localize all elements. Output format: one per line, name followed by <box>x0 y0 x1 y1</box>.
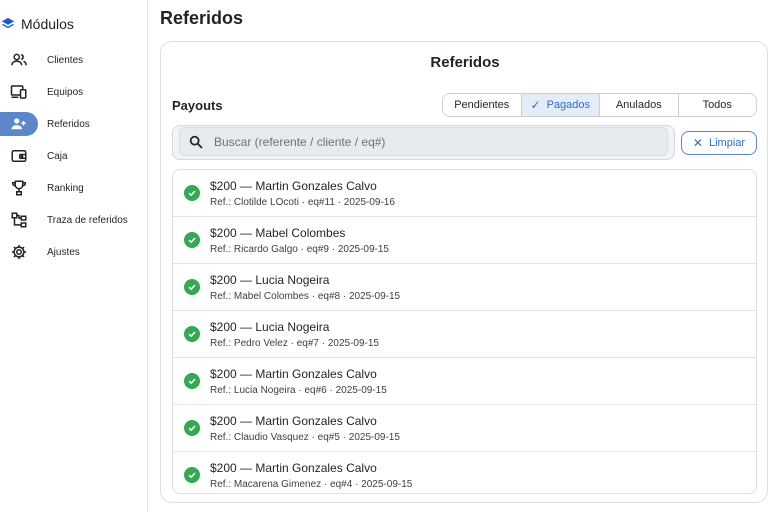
search-icon <box>189 135 203 149</box>
payout-title: $200 — Lucia Nogeira <box>210 320 330 334</box>
payout-detail: Ref.: Pedro Velez · eq#7 · 2025-09-15 <box>210 338 379 349</box>
sidebar-item-label: Referidos <box>47 118 90 130</box>
user-add-icon <box>11 118 26 130</box>
list-item[interactable]: $200 — Martin Gonzales Calvo Ref.: Cloti… <box>173 170 756 217</box>
filter-label: Pendientes <box>454 99 510 111</box>
status-filter: Pendientes ✓ Pagados Anulados Todos <box>442 93 757 117</box>
sidebar-item-label: Caja <box>47 150 68 162</box>
sidebar-item-caja[interactable]: Caja <box>0 144 148 168</box>
filter-label: Todos <box>702 99 732 111</box>
payout-detail: Ref.: Mabel Colombes · eq#8 · 2025-09-15 <box>210 291 401 302</box>
filter-label: Anulados <box>615 99 662 111</box>
list-item[interactable]: $200 — Lucia Nogeira Ref.: Mabel Colombe… <box>173 264 756 311</box>
devices-icon <box>10 85 27 99</box>
payout-title: $200 — Martin Gonzales Calvo <box>210 414 377 428</box>
sidebar-item-label: Equipos <box>47 86 84 98</box>
layers-icon <box>1 17 15 29</box>
payout-title: $200 — Martin Gonzales Calvo <box>210 179 377 193</box>
check-circle-icon <box>184 373 200 389</box>
payout-detail: Ref.: Lucia Nogeira · eq#6 · 2025-09-15 <box>210 385 387 396</box>
sidebar-header: Módulos <box>0 12 74 36</box>
sidebar: Módulos Clientes Equipos Referidos Caja … <box>0 0 148 512</box>
check-circle-icon <box>184 467 200 483</box>
sidebar-item-label: Ajustes <box>47 246 80 258</box>
payout-title: $200 — Lucia Nogeira <box>210 273 330 287</box>
section-title: Payouts <box>172 98 223 113</box>
filter-anulados[interactable]: Anulados <box>600 94 679 116</box>
search-input[interactable] <box>214 134 634 149</box>
sidebar-title: Módulos <box>21 16 74 32</box>
search-box <box>172 125 675 160</box>
payout-detail: Ref.: Clotilde LOcoti · eq#11 · 2025-09-… <box>210 197 395 208</box>
check-circle-icon <box>184 232 200 248</box>
list-item[interactable]: $200 — Lucia Nogeira Ref.: Pedro Velez ·… <box>173 311 756 358</box>
card-title: Referidos <box>430 54 500 71</box>
payout-detail: Ref.: Macarena Gimenez · eq#4 · 2025-09-… <box>210 479 413 490</box>
payout-detail: Ref.: Ricardo Galgo · eq#9 · 2025-09-15 <box>210 244 389 255</box>
users-icon <box>11 53 27 66</box>
payout-title: $200 — Mabel Colombes <box>210 226 346 240</box>
payout-list: $200 — Martin Gonzales Calvo Ref.: Cloti… <box>172 169 757 494</box>
payout-title: $200 — Martin Gonzales Calvo <box>210 367 377 381</box>
trophy-icon <box>11 180 27 196</box>
sidebar-item-clientes[interactable]: Clientes <box>0 48 148 72</box>
check-circle-icon <box>184 279 200 295</box>
sidebar-item-label: Traza de referidos <box>47 214 128 226</box>
filter-pagados[interactable]: ✓ Pagados <box>521 94 600 116</box>
list-item[interactable]: $200 — Martin Gonzales Calvo Ref.: Lucia… <box>173 358 756 405</box>
filter-todos[interactable]: Todos <box>678 94 756 116</box>
filter-pendientes[interactable]: Pendientes <box>443 94 522 116</box>
gear-icon <box>11 244 27 260</box>
check-icon: ✓ <box>530 98 541 112</box>
clear-button[interactable]: ✕ Limpiar <box>681 131 757 155</box>
referidos-card: Referidos Payouts Pendientes ✓ Pagados An… <box>160 41 768 503</box>
filter-label: Pagados <box>546 99 590 111</box>
payout-detail: Ref.: Claudio Vasquez · eq#5 · 2025-09-1… <box>210 432 400 443</box>
sidebar-item-traza-de-referidos[interactable]: Traza de referidos <box>0 208 148 232</box>
check-circle-icon <box>184 326 200 342</box>
list-item[interactable]: $200 — Martin Gonzales Calvo Ref.: Claud… <box>173 405 756 452</box>
sidebar-item-label: Ranking <box>47 182 84 194</box>
sidebar-item-ajustes[interactable]: Ajustes <box>0 240 148 264</box>
list-item[interactable]: $200 — Martin Gonzales Calvo Ref.: Macar… <box>173 452 756 493</box>
sidebar-item-ranking[interactable]: Ranking <box>0 176 148 200</box>
payout-title: $200 — Martin Gonzales Calvo <box>210 461 377 475</box>
page-title: Referidos <box>160 8 244 28</box>
tree-icon <box>11 212 27 228</box>
wallet-icon <box>11 150 27 162</box>
close-icon: ✕ <box>692 136 703 150</box>
list-item[interactable]: $200 — Mabel Colombes Ref.: Ricardo Galg… <box>173 217 756 264</box>
check-circle-icon <box>184 185 200 201</box>
sidebar-item-equipos[interactable]: Equipos <box>0 80 148 104</box>
sidebar-item-label: Clientes <box>47 54 84 66</box>
clear-label: Limpiar <box>708 137 746 149</box>
sidebar-item-referidos[interactable]: Referidos <box>0 112 148 136</box>
check-circle-icon <box>184 420 200 436</box>
